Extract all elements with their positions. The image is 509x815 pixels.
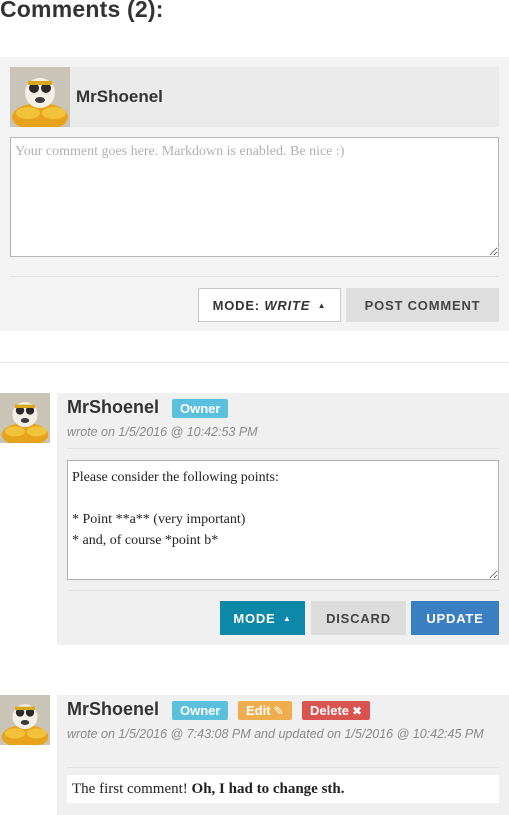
- separator: [67, 590, 499, 591]
- comment-timestamp: wrote on 1/5/2016 @ 7:43:08 PM and updat…: [67, 727, 484, 741]
- avatar: [0, 393, 50, 443]
- mode-label: MODE: [233, 611, 276, 626]
- avatar: [10, 67, 70, 127]
- caret-up-icon: ▲: [317, 301, 327, 310]
- comment-body-text: The first comment!: [72, 781, 188, 797]
- edit-label: Edit: [246, 703, 271, 718]
- section-divider: [0, 362, 509, 363]
- separator: [67, 767, 499, 768]
- comment-username: MrShoenel: [67, 397, 160, 417]
- delete-label: Delete: [310, 703, 350, 718]
- comment-body-bold: Oh, I had to change sth.: [191, 781, 345, 797]
- mode-toggle-button[interactable]: MODE ▲: [220, 601, 305, 635]
- comments-heading: Comments (2):: [0, 0, 164, 22]
- separator: [10, 276, 499, 277]
- comment-edit-input[interactable]: Please consider the following points: * …: [67, 460, 499, 580]
- comment-card: MrShoenel Owner wrote on 1/5/2016 @ 10:4…: [57, 393, 509, 645]
- owner-badge: Owner: [172, 701, 229, 720]
- update-button[interactable]: UPDATE: [411, 601, 499, 635]
- comment-username: MrShoenel: [67, 699, 160, 719]
- comment-input[interactable]: [10, 137, 499, 257]
- discard-button[interactable]: DISCARD: [311, 601, 406, 635]
- comment-body: The first comment! Oh, I had to change s…: [67, 775, 499, 803]
- composer-username: MrShoenel: [76, 87, 163, 106]
- mode-prefix: MODE:: [212, 298, 260, 313]
- mode-toggle-button[interactable]: MODE: WRITE ▲: [198, 288, 341, 322]
- post-comment-button[interactable]: POST COMMENT: [346, 288, 499, 322]
- avatar: [0, 695, 50, 745]
- caret-up-icon: ▲: [282, 614, 292, 623]
- separator: [67, 448, 499, 449]
- comment-card: MrShoenel Owner Edit ✎ Delete ✖ wrote on 1…: [57, 695, 509, 815]
- owner-badge: Owner: [172, 399, 229, 418]
- composer-header: MrShoenel: [10, 67, 499, 127]
- close-icon: ✖: [352, 704, 363, 718]
- edit-icon: ✎: [273, 704, 284, 718]
- delete-badge[interactable]: Delete ✖: [302, 701, 371, 720]
- comment-composer: MrShoenel MODE: WRITE ▲ POST COMMENT: [0, 57, 509, 331]
- edit-badge[interactable]: Edit ✎: [238, 701, 292, 720]
- comment-timestamp: wrote on 1/5/2016 @ 10:42:53 PM: [67, 425, 258, 439]
- mode-value: WRITE: [264, 298, 311, 313]
